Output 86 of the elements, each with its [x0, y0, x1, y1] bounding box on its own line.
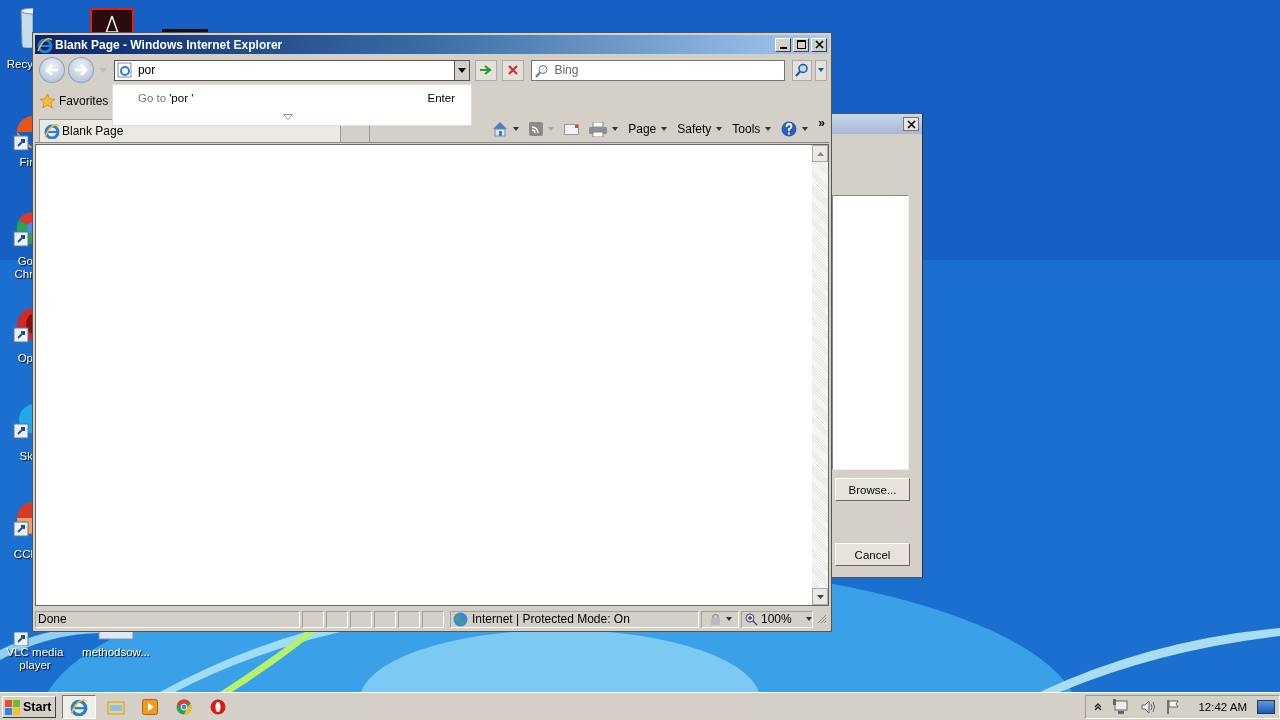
clock[interactable]: 12:42 AM: [1198, 701, 1247, 713]
search-button[interactable]: [792, 59, 812, 81]
status-panel: [398, 610, 420, 628]
start-button[interactable]: Start: [2, 696, 57, 718]
caret-icon[interactable]: [765, 127, 772, 131]
windows-logo-icon: [5, 699, 21, 715]
more-button[interactable]: »: [818, 116, 825, 130]
maximize-button[interactable]: [793, 37, 809, 52]
scrollbar[interactable]: [812, 145, 828, 605]
menu-button[interactable]: Tools: [732, 122, 761, 136]
desktop-icon-label[interactable]: Fir: [0, 156, 33, 169]
status-panel: [326, 610, 348, 628]
resize-grip-icon[interactable]: [817, 614, 827, 624]
arrow-icon: [480, 65, 493, 75]
show-desktop-button[interactable]: [1257, 700, 1275, 714]
security-button[interactable]: [701, 610, 739, 628]
caret-icon: [806, 617, 812, 621]
zone-text: Internet | Protected Mode: On: [472, 612, 630, 626]
status-text: Done: [35, 610, 300, 628]
desktop-icon-label[interactable]: Go Chr: [14, 255, 33, 281]
cross-icon: [508, 65, 519, 75]
ie-icon: [70, 698, 89, 716]
menu-button[interactable]: Safety: [677, 122, 712, 136]
star-icon: [39, 93, 56, 109]
caret-icon: [816, 594, 824, 599]
network-icon[interactable]: [1112, 699, 1131, 715]
zoom-button[interactable]: 100%: [741, 610, 813, 628]
caret-icon: [458, 67, 467, 73]
suggestion-label: Go to: [138, 92, 167, 104]
caret-icon[interactable]: [612, 127, 619, 131]
status-panel: [422, 610, 444, 628]
speaker-icon[interactable]: [1140, 699, 1157, 715]
taskbar-button[interactable]: [62, 695, 97, 719]
address-field[interactable]: por: [134, 59, 455, 81]
browse-button[interactable]: Browse...: [835, 478, 910, 501]
page-icon: [113, 59, 135, 81]
ie-icon: [44, 123, 60, 139]
media-player-icon: [142, 699, 159, 715]
close-icon: [906, 119, 916, 129]
search-options-button[interactable]: [815, 59, 827, 81]
menu-button[interactable]: Page: [628, 122, 657, 136]
suggestion-item[interactable]: 'por ': [169, 92, 194, 104]
maximize-icon: [796, 40, 806, 49]
caret-icon: [816, 151, 824, 156]
magnifier-icon: [745, 612, 758, 626]
shortcut-hint: Enter: [427, 92, 455, 104]
minimize-icon: [779, 47, 787, 49]
dropdown-button[interactable]: [454, 59, 471, 81]
favorites-button[interactable]: Favorites: [59, 94, 109, 108]
desktop-icon-label[interactable]: CCl: [0, 548, 33, 561]
chevron-up-icon[interactable]: [1094, 703, 1103, 711]
caret-icon: [818, 68, 824, 72]
status-panel: [374, 610, 396, 628]
forward-arrow-icon: [73, 64, 88, 76]
close-button[interactable]: [903, 117, 919, 131]
scroll-up-button[interactable]: [812, 145, 828, 162]
scroll-down-button[interactable]: [812, 588, 828, 605]
status-panel: [350, 610, 372, 628]
desktop-icon-label[interactable]: Sk: [0, 450, 33, 463]
caret-icon[interactable]: [661, 127, 668, 131]
zoom-level: 100%: [761, 612, 793, 626]
help-icon[interactable]: [781, 121, 798, 137]
caret-icon[interactable]: [802, 127, 809, 131]
folder-icon: [107, 699, 126, 715]
chrome-icon: [176, 699, 193, 715]
pdf-icon[interactable]: [90, 8, 134, 33]
lock-icon: [708, 613, 723, 625]
mail-icon[interactable]: [564, 123, 580, 135]
cancel-button[interactable]: Cancel: [835, 543, 910, 566]
desktop-icon-label[interactable]: Recy: [0, 58, 33, 71]
status-panel: [302, 610, 324, 628]
ie-icon: [37, 36, 53, 53]
close-icon: [814, 40, 824, 49]
globe-icon: [453, 611, 468, 627]
desktop-icon-label[interactable]: VLC media player: [0, 646, 70, 672]
window-title: Blank Page - Windows Internet Explorer: [55, 37, 284, 52]
minimize-button[interactable]: [775, 37, 791, 52]
back-arrow-icon: [45, 64, 59, 76]
stop-button[interactable]: [502, 59, 525, 81]
feed-icon[interactable]: [529, 122, 544, 136]
caret-icon[interactable]: [513, 127, 520, 131]
flag-icon[interactable]: [1166, 699, 1181, 715]
caret-icon: [725, 617, 732, 621]
desktop-icon-label[interactable]: Op: [0, 352, 33, 365]
search-icon: [795, 63, 809, 77]
caret-icon[interactable]: [716, 127, 723, 131]
